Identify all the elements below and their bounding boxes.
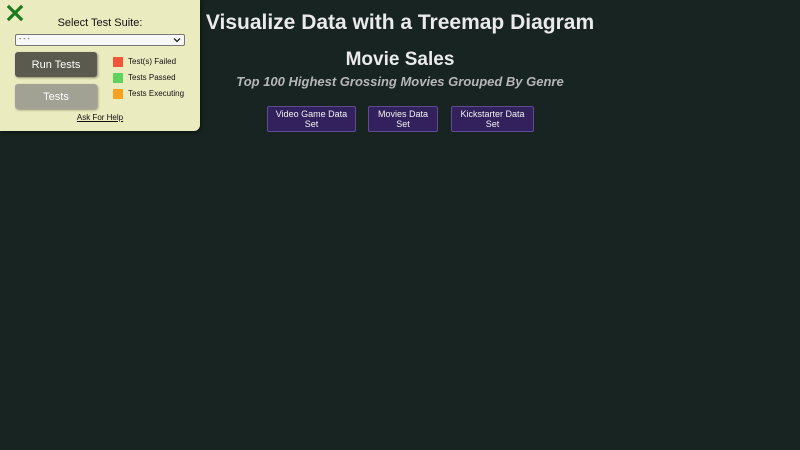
legend-swatch-failed [113,57,123,67]
legend-label-failed: Test(s) Failed [128,57,177,66]
legend-label-executing: Tests Executing [128,89,185,98]
chevron-down-icon [173,38,181,43]
legend-swatch-passed [113,73,123,83]
test-suite-panel: Select Test Suite: - - - Run Tests Tests… [0,0,200,131]
movies-dataset-button[interactable]: Movies Data Set [368,106,438,132]
test-suite-label: Select Test Suite: [57,17,143,29]
page: Visualize Data with a Treemap Diagram Mo… [0,0,800,450]
dataset-buttons: Video Game Data Set Movies Data Set Kick… [267,106,534,132]
legend-swatch-executing [113,89,123,99]
legend-label-passed: Tests Passed [128,73,176,82]
test-suite-selected-value: - - - [19,36,30,43]
kickstarter-dataset-button[interactable]: Kickstarter Data Set [451,106,534,132]
ask-for-help-link[interactable]: Ask For Help [0,113,200,122]
tests-button[interactable]: Tests [15,84,97,109]
test-suite-select[interactable]: - - - [15,34,185,46]
run-tests-button[interactable]: Run Tests [15,52,97,77]
video-game-dataset-button[interactable]: Video Game Data Set [267,106,356,132]
